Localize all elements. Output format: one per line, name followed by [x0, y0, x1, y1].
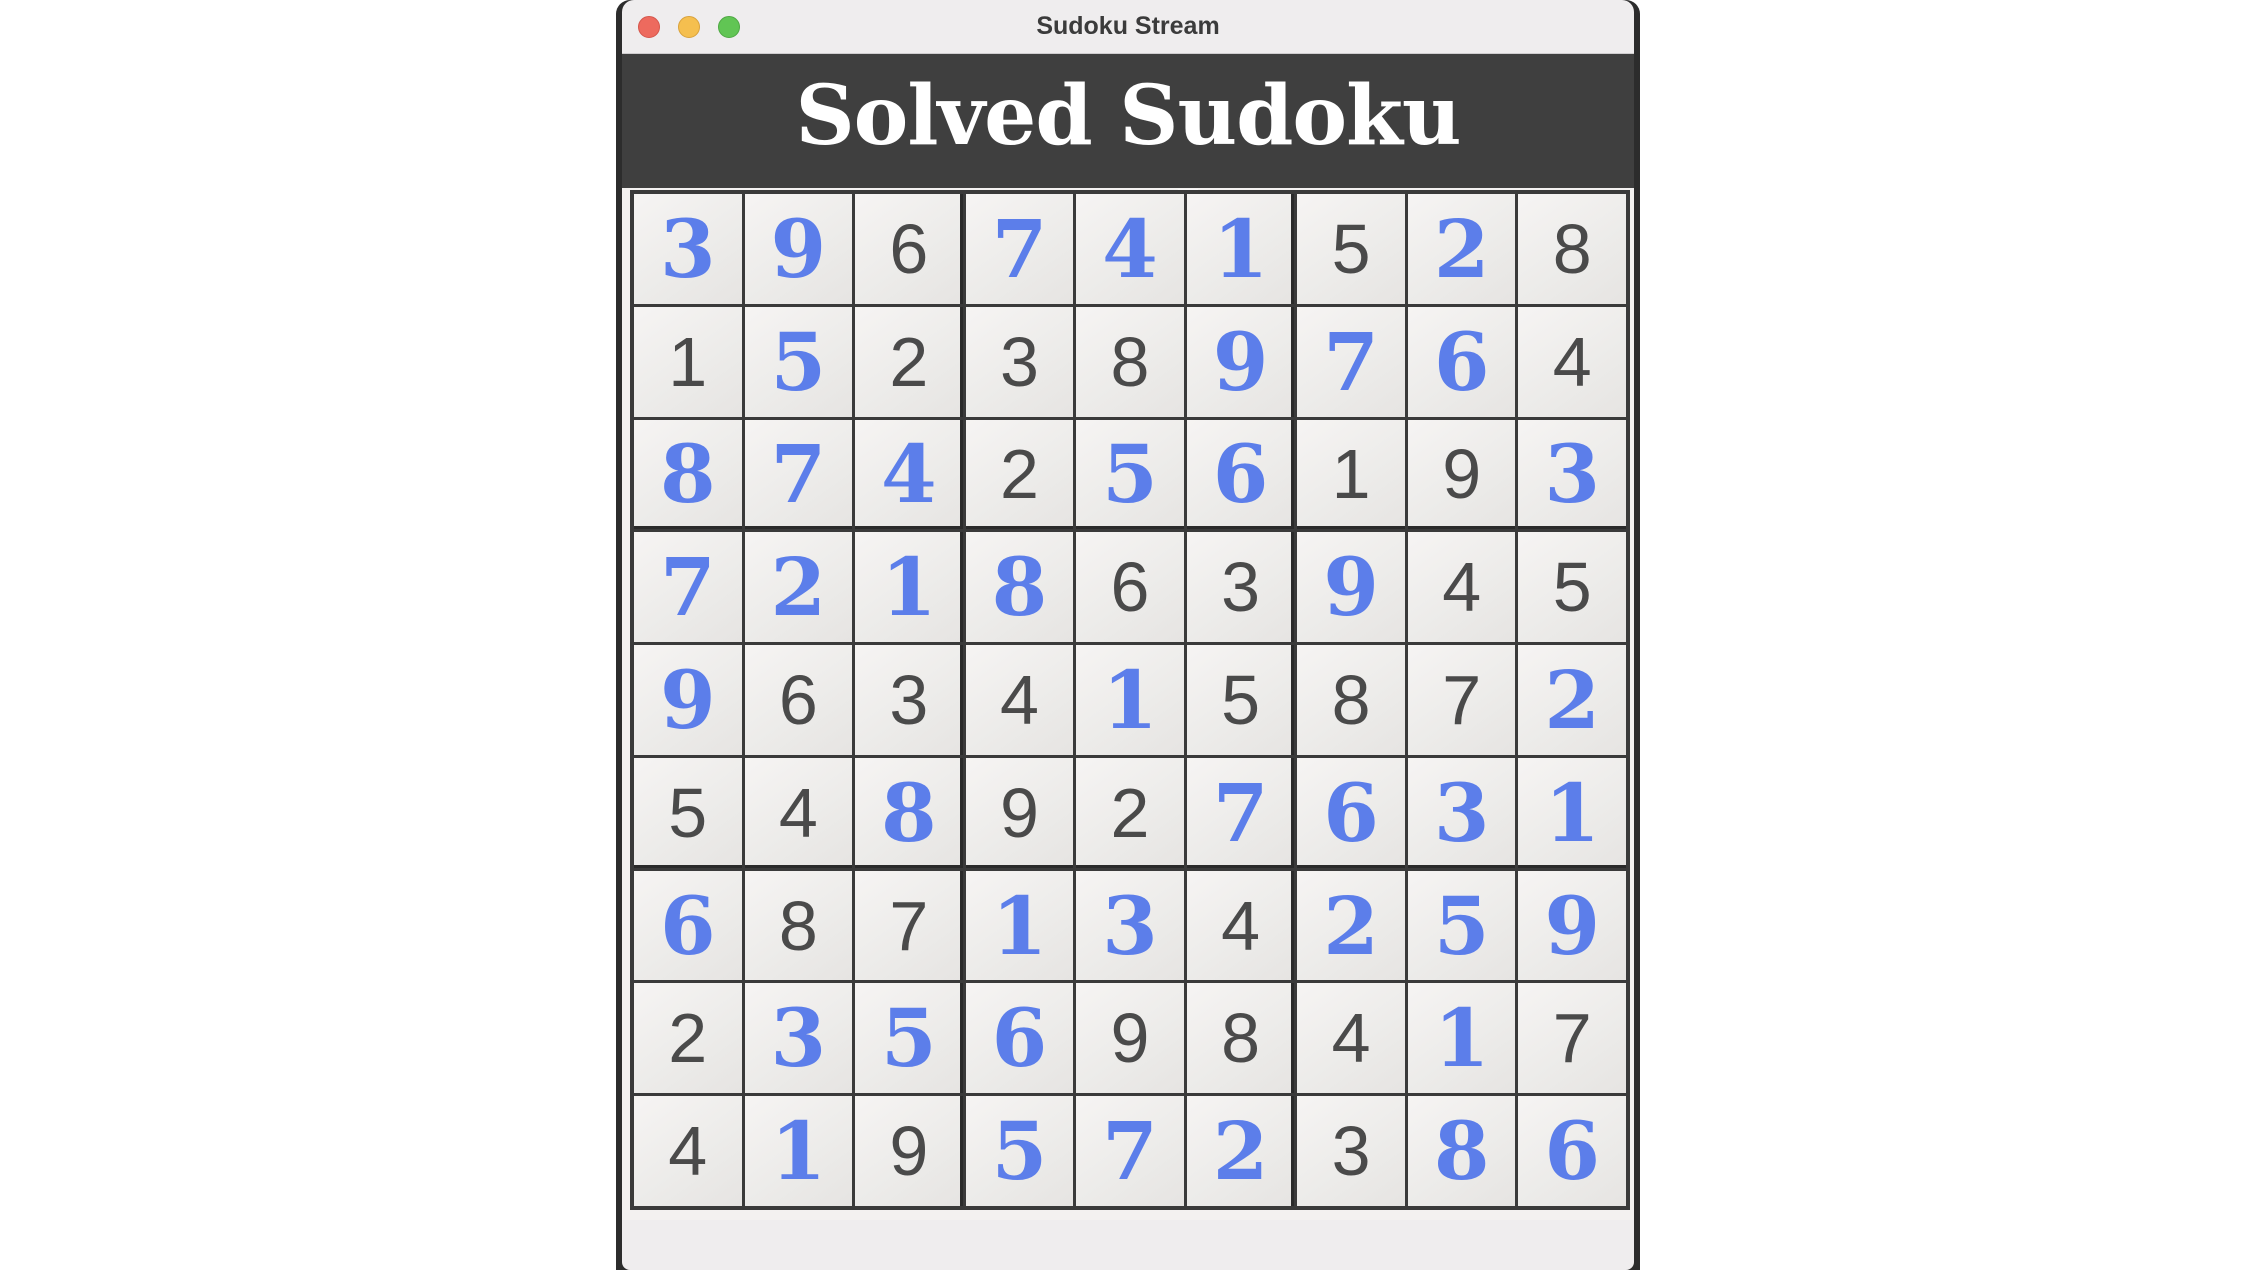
sudoku-cell-solved: 8	[965, 532, 1074, 643]
sudoku-cell-solved: 2	[744, 532, 853, 643]
window-bottom-bar	[622, 1220, 1634, 1270]
sudoku-cell-given: 2	[634, 983, 742, 1094]
sudoku-cell-solved: 5	[1076, 419, 1184, 530]
sudoku-cell-solved: 9	[1297, 532, 1405, 643]
sudoku-cell-given: 6	[855, 194, 963, 304]
sudoku-cell-given: 7	[1407, 645, 1516, 755]
sudoku-cell-solved: 3	[1518, 419, 1626, 530]
sudoku-cell-solved: 1	[855, 532, 963, 643]
sudoku-cell-given: 3	[855, 645, 963, 755]
sudoku-cell-solved: 8	[1407, 1096, 1516, 1206]
sudoku-grid: 3967415281523897648742561937218639459634…	[630, 190, 1630, 1210]
sudoku-cell-solved: 6	[1297, 757, 1405, 868]
sudoku-cell-given: 9	[855, 1096, 963, 1206]
sudoku-cell-solved: 2	[1518, 645, 1626, 755]
sudoku-cell-given: 4	[744, 757, 853, 868]
sudoku-cell-given: 2	[1076, 757, 1184, 868]
sudoku-cell-given: 2	[855, 306, 963, 417]
sudoku-cell-solved: 7	[634, 532, 742, 643]
sudoku-cell-given: 9	[1076, 983, 1184, 1094]
sudoku-cell-solved: 3	[1076, 870, 1184, 981]
sudoku-cell-solved: 7	[1297, 306, 1405, 417]
sudoku-cell-solved: 6	[1186, 419, 1295, 530]
sudoku-cell-solved: 1	[744, 1096, 853, 1206]
sudoku-cell-given: 4	[965, 645, 1074, 755]
sudoku-cell-given: 2	[965, 419, 1074, 530]
sudoku-cell-solved: 8	[634, 419, 742, 530]
sudoku-cell-solved: 6	[1407, 306, 1516, 417]
sudoku-cell-solved: 8	[855, 757, 963, 868]
sudoku-cell-solved: 6	[634, 870, 742, 981]
sudoku-cell-given: 5	[1518, 532, 1626, 643]
sudoku-cell-given: 4	[1186, 870, 1295, 981]
sudoku-cell-solved: 5	[744, 306, 853, 417]
sudoku-cell-solved: 9	[1186, 306, 1295, 417]
sudoku-cell-given: 5	[1297, 194, 1405, 304]
app-window: Sudoku Stream Solved Sudoku Puzzle! 3967…	[616, 0, 1640, 1270]
sudoku-cell-given: 4	[1297, 983, 1405, 1094]
sudoku-cell-given: 1	[1297, 419, 1405, 530]
window-titlebar[interactable]: Sudoku Stream	[622, 0, 1634, 54]
sudoku-cell-solved: 9	[634, 645, 742, 755]
sudoku-cell-solved: 7	[744, 419, 853, 530]
sudoku-cell-solved: 2	[1407, 194, 1516, 304]
sudoku-cell-solved: 6	[1518, 1096, 1626, 1206]
solved-banner: Solved Sudoku Puzzle!	[622, 54, 1634, 272]
sudoku-cell-solved: 1	[1407, 983, 1516, 1094]
sudoku-cell-given: 9	[1407, 419, 1516, 530]
desktop-background: Sudoku Stream Solved Sudoku Puzzle! 3967…	[0, 0, 2257, 1270]
sudoku-cell-given: 8	[1518, 194, 1626, 304]
sudoku-cell-solved: 7	[1186, 757, 1295, 868]
sudoku-cell-given: 8	[744, 870, 853, 981]
sudoku-cell-solved: 9	[744, 194, 853, 304]
sudoku-cell-solved: 4	[1076, 194, 1184, 304]
sudoku-cell-given: 3	[1186, 532, 1295, 643]
sudoku-cell-given: 5	[634, 757, 742, 868]
sudoku-cell-solved: 7	[1076, 1096, 1184, 1206]
sudoku-cell-solved: 5	[1407, 870, 1516, 981]
sudoku-cell-given: 4	[1407, 532, 1516, 643]
sudoku-cell-solved: 6	[965, 983, 1074, 1094]
sudoku-cell-solved: 1	[1518, 757, 1626, 868]
sudoku-cell-solved: 3	[1407, 757, 1516, 868]
sudoku-cell-given: 5	[1186, 645, 1295, 755]
sudoku-cell-given: 4	[634, 1096, 742, 1206]
sudoku-cell-given: 8	[1076, 306, 1184, 417]
sudoku-cell-given: 6	[1076, 532, 1184, 643]
video-frame: Solved Sudoku Puzzle! 396741528152389764…	[622, 54, 1634, 1220]
sudoku-cell-solved: 9	[1518, 870, 1626, 981]
sudoku-cell-solved: 3	[744, 983, 853, 1094]
sudoku-cell-given: 7	[855, 870, 963, 981]
sudoku-cell-given: 1	[634, 306, 742, 417]
sudoku-cell-solved: 1	[1076, 645, 1184, 755]
sudoku-cell-given: 9	[965, 757, 1074, 868]
sudoku-cell-solved: 5	[855, 983, 963, 1094]
window-title: Sudoku Stream	[1036, 12, 1220, 40]
sudoku-cell-solved: 2	[1297, 870, 1405, 981]
sudoku-cell-given: 3	[965, 306, 1074, 417]
sudoku-cell-given: 3	[1297, 1096, 1405, 1206]
sudoku-cell-given: 8	[1297, 645, 1405, 755]
sudoku-cell-solved: 5	[965, 1096, 1074, 1206]
sudoku-cell-given: 6	[744, 645, 853, 755]
sudoku-cell-solved: 1	[1186, 194, 1295, 304]
sudoku-cell-given: 8	[1186, 983, 1295, 1094]
sudoku-cell-given: 4	[1518, 306, 1626, 417]
sudoku-cell-solved: 1	[965, 870, 1074, 981]
sudoku-cell-solved: 7	[965, 194, 1074, 304]
sudoku-cell-solved: 3	[634, 194, 742, 304]
sudoku-cell-solved: 2	[1186, 1096, 1295, 1206]
sudoku-cell-solved: 4	[855, 419, 963, 530]
sudoku-cell-given: 7	[1518, 983, 1626, 1094]
